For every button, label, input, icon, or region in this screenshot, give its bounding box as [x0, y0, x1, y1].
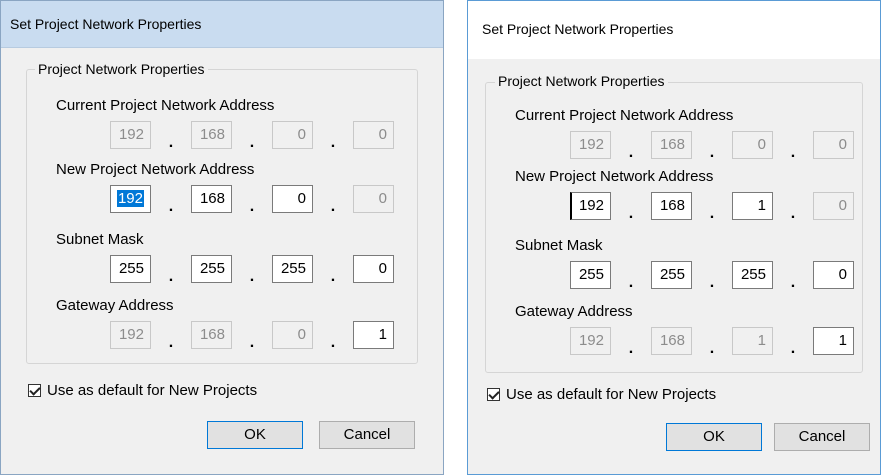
- ok-button[interactable]: OK: [666, 423, 762, 451]
- ok-button[interactable]: OK: [207, 421, 303, 449]
- current-address-field: 192. 168. 0. 0: [570, 131, 854, 161]
- subnet-octet-2[interactable]: 255: [651, 261, 692, 289]
- subnet-octet-4[interactable]: 0: [813, 261, 854, 289]
- new-octet-1-selected-text: 192: [116, 190, 144, 207]
- gateway-octet-3: 1: [732, 327, 773, 355]
- cancel-button[interactable]: Cancel: [774, 423, 870, 451]
- subnet-mask-label: Subnet Mask: [515, 237, 603, 254]
- current-octet-4: 0: [353, 121, 394, 149]
- subnet-octet-1[interactable]: 255: [570, 261, 611, 289]
- gateway-octet-4[interactable]: 1: [813, 327, 854, 355]
- current-address-label: Current Project Network Address: [56, 97, 275, 114]
- current-octet-1: 192: [570, 131, 611, 159]
- subnet-octet-3[interactable]: 255: [732, 261, 773, 289]
- gateway-address-field[interactable]: 192. 168. 0. 1: [110, 321, 394, 351]
- default-projects-checkbox[interactable]: Use as default for New Projects: [487, 386, 716, 403]
- dialog-title: Set Project Network Properties: [10, 16, 202, 32]
- new-octet-4: 0: [813, 192, 854, 220]
- new-address-field[interactable]: 192. 168. 0. 0: [110, 185, 394, 215]
- gateway-address-label: Gateway Address: [56, 297, 174, 314]
- gateway-octet-2: 168: [651, 327, 692, 355]
- subnet-octet-1[interactable]: 255: [110, 255, 151, 283]
- gateway-address-field[interactable]: 192. 168. 1. 1: [570, 327, 854, 357]
- current-octet-2: 168: [191, 121, 232, 149]
- new-octet-3[interactable]: 0: [272, 185, 313, 213]
- checkbox-checked-icon[interactable]: [28, 384, 41, 397]
- gateway-octet-2: 168: [191, 321, 232, 349]
- gateway-octet-1: 192: [570, 327, 611, 355]
- group-label: Project Network Properties: [35, 61, 208, 77]
- gateway-octet-3: 0: [272, 321, 313, 349]
- current-octet-4: 0: [813, 131, 854, 159]
- new-address-label: New Project Network Address: [56, 161, 255, 178]
- current-octet-1: 192: [110, 121, 151, 149]
- group-label: Project Network Properties: [495, 73, 668, 89]
- subnet-mask-label: Subnet Mask: [56, 231, 144, 248]
- cancel-button[interactable]: Cancel: [319, 421, 415, 449]
- network-properties-dialog-right: Set Project Network Properties Project N…: [467, 0, 881, 475]
- new-octet-2[interactable]: 168: [191, 185, 232, 213]
- current-address-field: 192. 168. 0. 0: [110, 121, 394, 151]
- checkbox-checked-icon[interactable]: [487, 388, 500, 401]
- new-octet-1[interactable]: 192: [570, 192, 611, 220]
- current-octet-3: 0: [272, 121, 313, 149]
- subnet-octet-2[interactable]: 255: [191, 255, 232, 283]
- current-octet-2: 168: [651, 131, 692, 159]
- gateway-octet-1: 192: [110, 321, 151, 349]
- subnet-octet-3[interactable]: 255: [272, 255, 313, 283]
- new-octet-3[interactable]: 1: [732, 192, 773, 220]
- checkbox-label: Use as default for New Projects: [506, 386, 717, 403]
- new-octet-1[interactable]: 192: [110, 185, 151, 213]
- checkbox-label: Use as default for New Projects: [47, 382, 258, 399]
- subnet-mask-field[interactable]: 255. 255. 255. 0: [570, 261, 854, 291]
- default-projects-checkbox[interactable]: Use as default for New Projects: [28, 382, 257, 399]
- new-address-field[interactable]: 192. 168. 1. 0: [570, 192, 854, 222]
- gateway-octet-4[interactable]: 1: [353, 321, 394, 349]
- dialog-title: Set Project Network Properties: [482, 21, 674, 37]
- new-address-label: New Project Network Address: [515, 168, 714, 185]
- current-octet-3: 0: [732, 131, 773, 159]
- current-address-label: Current Project Network Address: [515, 107, 734, 124]
- subnet-octet-4[interactable]: 0: [353, 255, 394, 283]
- network-properties-dialog-left: Set Project Network Properties Project N…: [0, 0, 444, 475]
- new-octet-2[interactable]: 168: [651, 192, 692, 220]
- new-octet-4: 0: [353, 185, 394, 213]
- gateway-address-label: Gateway Address: [515, 303, 633, 320]
- subnet-mask-field[interactable]: 255. 255. 255. 0: [110, 255, 394, 285]
